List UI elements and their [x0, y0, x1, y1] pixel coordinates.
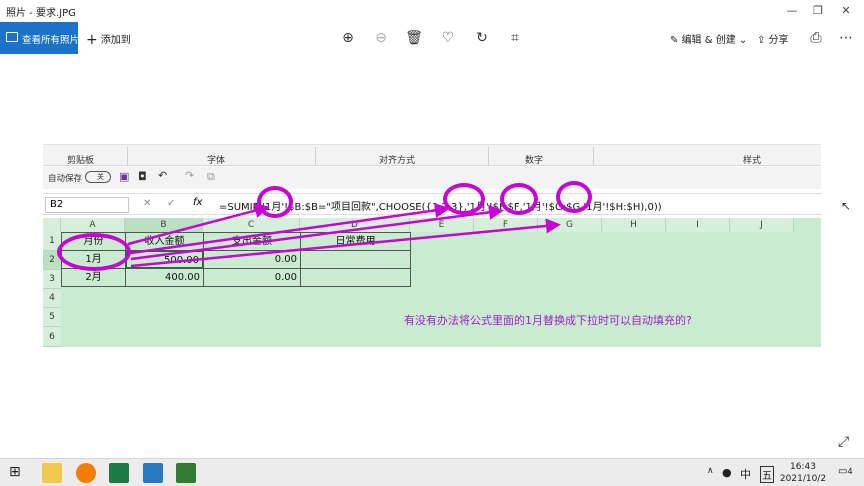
- notification-count: 4: [847, 467, 853, 476]
- add-to-button[interactable]: + 添加到: [86, 31, 131, 48]
- ime-indicator[interactable]: 中: [740, 466, 751, 482]
- edit-create-button[interactable]: ✎ 编辑 & 创建 ⌄: [670, 31, 747, 46]
- photo-image: 剪贴板 字体 对齐方式 数字 样式 自动保存 关 ▣ ◘ ↶ ↷ ⧉ B2 ✕ …: [43, 135, 821, 347]
- minimize-icon[interactable]: —: [782, 3, 802, 19]
- fullscreen-icon[interactable]: ⤢: [838, 434, 849, 450]
- windows-start-icon[interactable]: ⊞: [9, 464, 21, 480]
- print-icon[interactable]: ⎙: [806, 28, 826, 48]
- excel-icon[interactable]: [109, 463, 129, 483]
- annotation-arrow: [127, 203, 270, 246]
- annotation-circle: [257, 186, 293, 218]
- delete-icon[interactable]: 🗑: [404, 28, 424, 48]
- maximize-icon[interactable]: ❐: [808, 3, 828, 19]
- title-bar: 照片 - 要求.JPG — ❐ ✕: [0, 0, 864, 22]
- taskbar: ⊞ ∧ ● 中 五 16:43 2021/10/2 ▭4: [0, 458, 864, 486]
- zoom-out-icon[interactable]: ⊖: [371, 28, 391, 48]
- crop-icon[interactable]: ⌗: [505, 28, 525, 48]
- share-button[interactable]: ⇪ 分享: [757, 31, 789, 46]
- more-icon[interactable]: ⋯: [836, 28, 856, 48]
- rotate-icon[interactable]: ↻: [472, 28, 492, 48]
- close-icon[interactable]: ✕: [836, 3, 856, 19]
- photos-icon: [6, 32, 18, 42]
- clock-date: 2021/10/2: [779, 474, 827, 484]
- share-icon: ⇪: [757, 35, 769, 46]
- edit-create-label: 编辑 & 创建: [681, 35, 736, 46]
- mouse-cursor-icon: ↖: [841, 199, 852, 213]
- app-c-icon[interactable]: [176, 463, 196, 483]
- browser-icon[interactable]: [76, 463, 96, 483]
- annotation-overlay: [127, 202, 561, 268]
- add-to-label: 添加到: [100, 35, 131, 46]
- file-explorer-icon[interactable]: [42, 463, 62, 483]
- clock-time: 16:43: [790, 462, 816, 472]
- chevron-down-icon: ⌄: [735, 35, 748, 46]
- ime-mode-indicator[interactable]: 五: [760, 466, 774, 483]
- zoom-in-icon[interactable]: ⊕: [338, 28, 358, 48]
- favorite-icon[interactable]: ♡: [438, 28, 458, 48]
- qq-icon[interactable]: ●: [722, 466, 732, 479]
- clock[interactable]: 16:43 2021/10/2: [778, 461, 828, 485]
- chevron-up-icon[interactable]: ∧: [707, 466, 714, 476]
- window-title: 照片 - 要求.JPG: [6, 8, 76, 19]
- annotation-circle: [556, 181, 592, 213]
- annotation-circle: [57, 233, 131, 271]
- plus-icon: +: [86, 32, 98, 48]
- share-label: 分享: [768, 35, 789, 46]
- notifications-icon[interactable]: ▭4: [838, 466, 853, 477]
- view-all-photos-button[interactable]: 查看所有照片: [0, 22, 80, 54]
- annotation-circle: [500, 183, 538, 215]
- view-all-label: 查看所有照片: [22, 35, 80, 46]
- edit-icon: ✎: [670, 35, 682, 46]
- photos-app-icon[interactable]: [143, 463, 163, 483]
- annotation-circle: [443, 183, 485, 215]
